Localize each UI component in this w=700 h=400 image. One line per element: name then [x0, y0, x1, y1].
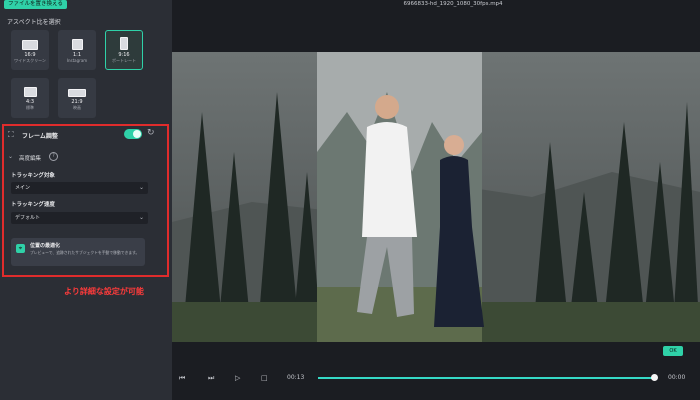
widescreen-icon	[22, 40, 38, 50]
aspect-option-16-9[interactable]: 16:9 ワイドスクリーン	[11, 30, 49, 70]
tracking-target-value: メイン	[15, 185, 31, 191]
reset-icon[interactable]: ↻	[147, 128, 155, 138]
aspect-option-21-9[interactable]: 21:9 映画	[58, 78, 96, 118]
notice-title: 位置の最適化	[30, 243, 61, 249]
annotation-caption: より詳細な設定が可能	[64, 287, 144, 296]
replace-file-button[interactable]: ファイルを置き換える	[4, 0, 67, 9]
frame-adjust-icon: ⛶	[8, 130, 14, 139]
tracking-speed-select[interactable]: デフォルト ⌄	[11, 212, 148, 224]
next-frame-icon[interactable]: ⏭	[208, 373, 214, 383]
frame-adjust-label: フレーム調整	[22, 133, 58, 140]
aspect-sub-label: Instagram	[66, 58, 88, 63]
current-time: 00:13	[287, 374, 305, 381]
chevron-down-icon: ⌄	[138, 184, 144, 191]
play-icon[interactable]: ▷	[235, 373, 240, 383]
end-time: 00:00	[668, 374, 686, 381]
advanced-edit-label[interactable]: 高度編集	[19, 154, 41, 162]
aspect-option-1-1[interactable]: 1:1 Instagram	[58, 30, 96, 70]
square-icon	[71, 39, 83, 50]
position-optimize-notice: ⌖ 位置の最適化 プレビューで、追跡されたサブジェクトを手動で移動できます。	[11, 238, 145, 266]
aspect-option-4-3[interactable]: 4:3 標準	[11, 78, 49, 118]
optimize-icon: ⌖	[16, 244, 25, 253]
chevron-down-icon: ⌄	[138, 214, 144, 221]
tracking-speed-value: デフォルト	[15, 215, 41, 221]
aspect-sub-label: ワイドスクリーン	[14, 58, 46, 63]
aspect-sub-label: 映画	[73, 105, 81, 110]
ok-button[interactable]: OK	[663, 346, 683, 356]
video-frame-image	[172, 52, 700, 342]
standard-icon	[23, 87, 37, 97]
progress-knob[interactable]	[651, 374, 658, 381]
aspect-sub-label: 標準	[26, 105, 34, 110]
aspect-option-9-16[interactable]: 9:16 ポートレート	[105, 30, 143, 70]
cinema-icon	[68, 89, 86, 97]
file-name: 6966833-hd_1920_1080_30fps.mp4	[403, 1, 503, 7]
video-preview[interactable]	[172, 52, 700, 342]
settings-panel: ファイルを置き換える アスペクト比を選択 16:9 ワイドスクリーン 1:1 I…	[0, 0, 172, 400]
previous-frame-icon[interactable]: ⏮	[179, 373, 185, 383]
tracking-target-select[interactable]: メイン ⌄	[11, 182, 148, 194]
frame-adjust-toggle[interactable]	[124, 129, 142, 139]
preview-panel: 6966833-hd_1920_1080_30fps.mp4 OK ⏮ ⏭ ▷ …	[172, 0, 700, 400]
aspect-ratio-title: アスペクト比を選択	[7, 19, 61, 26]
help-icon[interactable]: ?	[49, 152, 58, 161]
progress-fill	[318, 377, 652, 379]
tracking-target-label: トラッキング対象	[11, 173, 55, 179]
portrait-icon	[120, 37, 128, 50]
aspect-sub-label: ポートレート	[112, 58, 136, 63]
progress-track[interactable]	[318, 377, 655, 379]
notice-text: プレビューで、追跡されたサブジェクトを手動で移動できます。	[30, 250, 140, 255]
tracking-speed-label: トラッキング速度	[11, 202, 55, 208]
stop-icon[interactable]: □	[261, 373, 268, 383]
chevron-down-icon[interactable]: ⌄	[8, 153, 13, 160]
